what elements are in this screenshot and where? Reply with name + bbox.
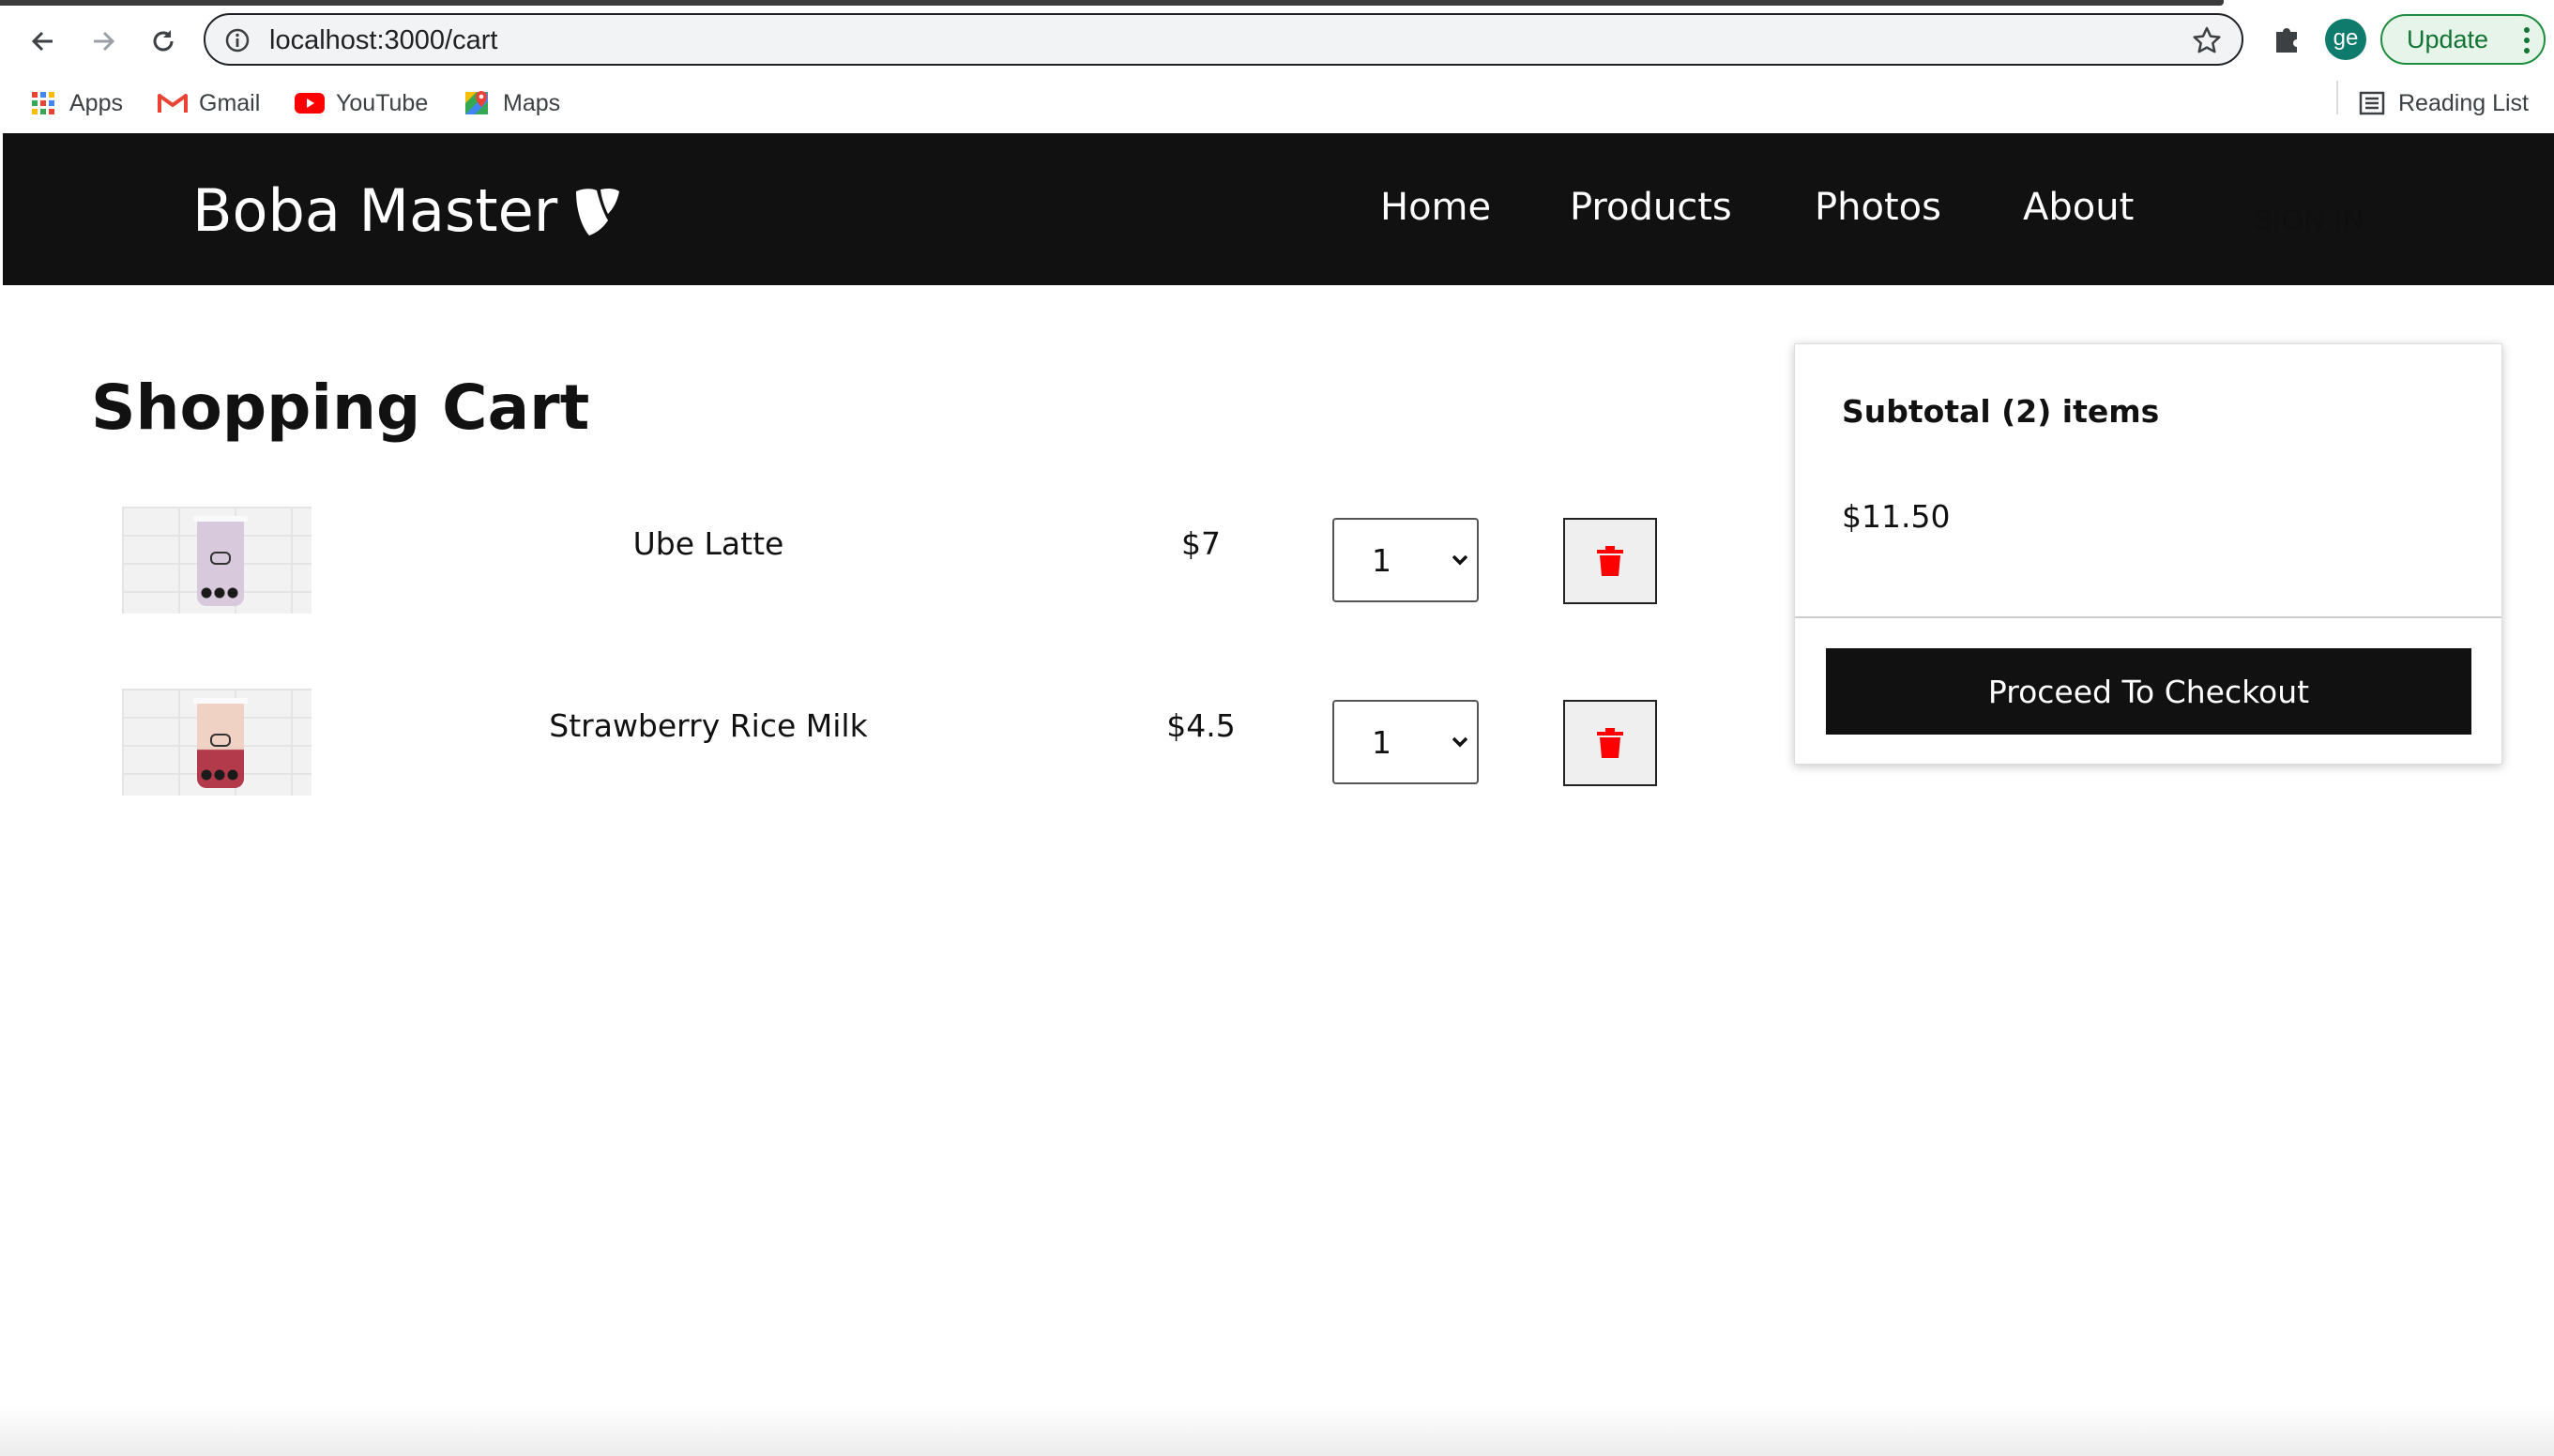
- trash-icon: [1597, 728, 1623, 758]
- window-bottom-edge: [0, 1405, 2554, 1456]
- apps-grid-icon: [28, 88, 58, 118]
- drink-cup-image: [193, 698, 248, 788]
- chevron-down-icon: [1452, 736, 1468, 748]
- cart-item-row: Ube Latte $7 1: [0, 503, 1689, 615]
- nav-products[interactable]: Products: [1570, 186, 1732, 229]
- proceed-to-checkout-button[interactable]: Proceed To Checkout: [1826, 648, 2471, 735]
- site-navbar: Boba Master Home Products Photos About S…: [3, 133, 2554, 285]
- forward-button[interactable]: [81, 19, 126, 64]
- url-text[interactable]: localhost:3000/cart: [269, 25, 497, 56]
- back-arrow-icon: [31, 31, 53, 52]
- bookmark-label: YouTube: [336, 89, 429, 116]
- bookmark-gmail[interactable]: Gmail: [158, 84, 260, 122]
- quantity-value: 1: [1372, 724, 1391, 761]
- profile-avatar[interactable]: ge: [2325, 19, 2366, 60]
- bookmark-youtube[interactable]: YouTube: [295, 84, 428, 122]
- quantity-select[interactable]: 1: [1332, 518, 1479, 602]
- product-thumbnail[interactable]: [122, 689, 312, 796]
- order-summary-card: Subtotal (2) items $11.50 Proceed To Che…: [1794, 343, 2502, 765]
- site-info-icon: [225, 28, 250, 53]
- browser-toolbar: localhost:3000/cart ge Update: [0, 0, 2554, 79]
- update-button[interactable]: Update: [2380, 14, 2546, 65]
- delete-item-button[interactable]: [1563, 518, 1657, 604]
- bookmarks-bar: Apps Gmail YouTube Maps Reading List: [0, 79, 2554, 133]
- bookmark-maps[interactable]: Maps: [462, 84, 560, 122]
- sign-in-link[interactable]: SIGN IN: [2253, 205, 2364, 236]
- brand-logo-icon: [576, 188, 620, 235]
- reload-button[interactable]: [141, 19, 186, 64]
- summary-divider: [1795, 616, 2501, 618]
- product-name[interactable]: Ube Latte: [403, 525, 1013, 562]
- delete-item-button[interactable]: [1563, 700, 1657, 786]
- reload-icon: [153, 30, 174, 52]
- bookmark-label: Apps: [69, 89, 123, 116]
- bookmark-star-icon: [2193, 26, 2221, 53]
- drink-cup-image: [193, 516, 248, 606]
- product-name[interactable]: Strawberry Rice Milk: [403, 707, 1013, 744]
- page-title: Shopping Cart: [91, 372, 590, 444]
- forward-arrow-icon: [94, 31, 115, 52]
- back-button[interactable]: [21, 19, 66, 64]
- cart-item-row: Strawberry Rice Milk $4.5 1: [0, 685, 1689, 797]
- product-price: $4.5: [1166, 707, 1236, 744]
- bookmark-label: Maps: [503, 89, 561, 116]
- maps-icon: [462, 88, 492, 118]
- reading-list-button[interactable]: Reading List: [2357, 84, 2529, 122]
- subtotal-label: Subtotal (2) items: [1842, 393, 2160, 430]
- nav-photos[interactable]: Photos: [1815, 186, 1941, 229]
- quantity-select[interactable]: 1: [1332, 700, 1479, 784]
- brand-name: Boba Master: [192, 176, 558, 245]
- bookmark-label: Gmail: [199, 89, 261, 116]
- bookmark-apps[interactable]: Apps: [28, 84, 123, 122]
- reading-list-icon: [2357, 88, 2387, 118]
- subtotal-amount: $11.50: [1842, 498, 1951, 535]
- tab-strip-edge: [0, 0, 2224, 6]
- chevron-down-icon: [1452, 554, 1468, 566]
- youtube-icon: [295, 88, 325, 118]
- nav-home[interactable]: Home: [1380, 186, 1491, 229]
- bookmarks-divider: [2336, 81, 2338, 114]
- update-label: Update: [2407, 25, 2489, 53]
- product-thumbnail[interactable]: [122, 507, 312, 614]
- trash-icon: [1597, 546, 1623, 576]
- kebab-menu-icon: [2524, 27, 2530, 53]
- quantity-value: 1: [1372, 542, 1391, 579]
- nav-about[interactable]: About: [2023, 186, 2134, 229]
- gmail-icon: [158, 88, 188, 118]
- extensions-puzzle-icon[interactable]: [2269, 21, 2304, 56]
- product-price: $7: [1181, 525, 1221, 562]
- reading-list-label: Reading List: [2398, 89, 2529, 116]
- address-bar[interactable]: localhost:3000/cart: [204, 13, 2243, 66]
- brand-link[interactable]: Boba Master: [192, 176, 621, 245]
